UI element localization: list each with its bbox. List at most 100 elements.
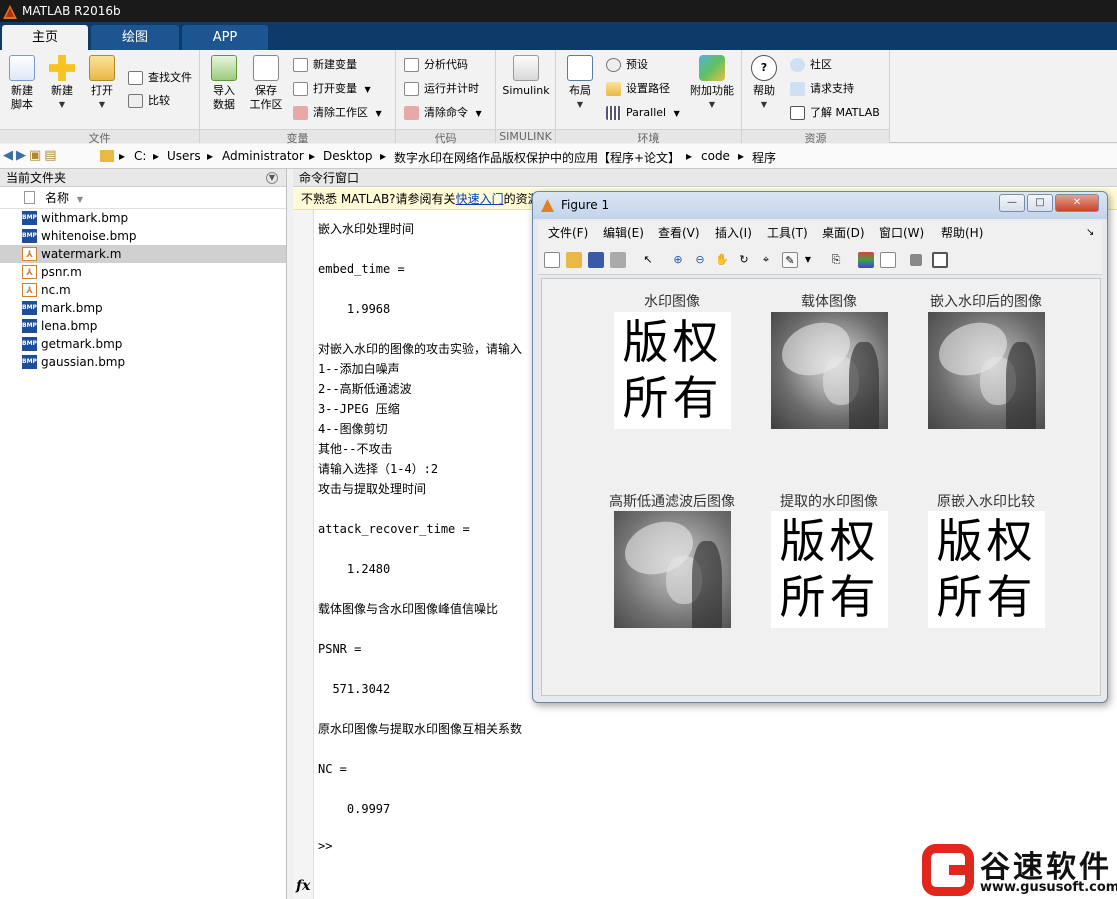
forward-icon[interactable]: ▶: [16, 148, 29, 163]
clear-workspace-button[interactable]: 清除工作区 ▼: [293, 103, 382, 123]
parallel-button[interactable]: Parallel ▼: [606, 103, 680, 123]
learn-matlab-button[interactable]: 了解 MATLAB: [790, 103, 880, 123]
layout-button[interactable]: 布局 ▼: [562, 55, 598, 112]
file-list-item[interactable]: ⅄ watermark.m: [0, 245, 286, 263]
rotate-icon[interactable]: ↻: [736, 252, 752, 268]
new-variable-button[interactable]: 新建变量: [293, 55, 357, 75]
file-list-item[interactable]: BMP gaussian.bmp: [0, 353, 286, 371]
minimize-button[interactable]: —: [999, 194, 1025, 212]
analyze-code-button[interactable]: 分析代码: [404, 55, 468, 75]
print-icon[interactable]: [610, 252, 626, 268]
legend-icon[interactable]: [880, 252, 896, 268]
menu-file[interactable]: 文件(F): [548, 221, 588, 245]
pointer-icon[interactable]: ↖: [640, 252, 656, 268]
help-button[interactable]: ? 帮助 ▼: [748, 55, 780, 112]
compare-icon: [128, 94, 143, 108]
watermark-image[interactable]: 版权 所有: [771, 511, 888, 628]
new-button[interactable]: 新建 ▼: [44, 55, 80, 112]
hide-plot-tools-icon[interactable]: [910, 254, 922, 266]
colorbar-icon[interactable]: [858, 252, 874, 268]
file-list-item[interactable]: BMP getmark.bmp: [0, 335, 286, 353]
link-plot-icon[interactable]: ⎘: [828, 252, 844, 268]
menu-view[interactable]: 查看(V): [658, 221, 700, 245]
data-cursor-icon[interactable]: ⌖: [758, 252, 774, 268]
path-separator: ▸: [119, 149, 126, 163]
watermarked-image[interactable]: [928, 312, 1045, 429]
column-header-name[interactable]: 名称 ▼: [0, 187, 286, 209]
getting-started-link[interactable]: 快速入门: [456, 192, 504, 206]
simulink-button[interactable]: Simulink: [500, 55, 552, 98]
path-segment[interactable]: 程序: [752, 149, 776, 166]
file-list-item[interactable]: BMP whitenoise.bmp: [0, 227, 286, 245]
file-name: nc.m: [41, 283, 71, 297]
carrier-image[interactable]: [771, 312, 888, 429]
clear-commands-button[interactable]: 清除命令 ▼: [404, 103, 482, 123]
back-icon[interactable]: ◀: [3, 148, 16, 163]
path-separator: ▸: [686, 149, 693, 163]
new-script-button[interactable]: 新建 脚本: [4, 55, 40, 112]
show-plot-tools-icon[interactable]: [932, 252, 948, 268]
menu-edit[interactable]: 编辑(E): [603, 221, 644, 245]
command-output: 嵌入水印处理时间 embed_time = 1.9968 对嵌入水印的图像的攻击…: [318, 222, 523, 816]
chevron-down-icon[interactable]: ▼: [800, 252, 816, 268]
set-path-button[interactable]: 设置路径: [606, 79, 670, 99]
save-workspace-button[interactable]: 保存 工作区: [246, 55, 286, 112]
file-list-item[interactable]: BMP lena.bmp: [0, 317, 286, 335]
file-list-item[interactable]: BMP withmark.bmp: [0, 209, 286, 227]
zoom-in-icon[interactable]: ⊕: [670, 252, 686, 268]
file-name: getmark.bmp: [41, 337, 123, 351]
menu-insert[interactable]: 插入(I): [715, 221, 752, 245]
tab-home[interactable]: 主页: [2, 25, 88, 50]
add-ons-button[interactable]: 附加功能 ▼: [688, 55, 736, 112]
navigation-buttons: ◀▶▣▤: [3, 148, 60, 163]
panel-title: 当前文件夹: [6, 171, 67, 185]
figure-title-bar[interactable]: Figure 1 — □ ✕: [533, 192, 1107, 219]
open-file-icon[interactable]: [566, 252, 582, 268]
new-figure-icon[interactable]: [544, 252, 560, 268]
menu-dock-icon[interactable]: ↘: [1086, 221, 1094, 245]
brush-icon[interactable]: ✎: [782, 252, 798, 268]
watermark-image[interactable]: 版权 所有: [614, 312, 731, 429]
fx-icon[interactable]: fx: [296, 878, 310, 894]
menu-window[interactable]: 窗口(W): [879, 221, 924, 245]
simulink-label: Simulink: [502, 84, 550, 97]
tab-apps[interactable]: APP: [182, 25, 268, 50]
new-script-icon: [9, 55, 35, 81]
file-list-item[interactable]: ⅄ psnr.m: [0, 263, 286, 281]
zoom-out-icon[interactable]: ⊖: [692, 252, 708, 268]
path-segment[interactable]: Users: [167, 149, 201, 163]
panel-options-icon[interactable]: ▼: [266, 172, 278, 184]
file-list-item[interactable]: ⅄ nc.m: [0, 281, 286, 299]
path-segment[interactable]: code: [701, 149, 730, 163]
menu-desktop[interactable]: 桌面(D): [822, 221, 865, 245]
run-and-time-label: 运行并计时: [424, 82, 479, 95]
run-and-time-button[interactable]: 运行并计时: [404, 79, 479, 99]
path-segment[interactable]: Administrator: [222, 149, 304, 163]
watermark-image[interactable]: 版权 所有: [928, 511, 1045, 628]
up-folder-icon[interactable]: ▣: [29, 148, 44, 163]
preferences-button[interactable]: 预设: [606, 55, 648, 75]
save-icon[interactable]: [588, 252, 604, 268]
maximize-button[interactable]: □: [1027, 194, 1053, 212]
browse-icon[interactable]: ▤: [44, 148, 59, 163]
menu-tools[interactable]: 工具(T): [767, 221, 808, 245]
community-button[interactable]: 社区: [790, 55, 832, 75]
path-segment[interactable]: C:: [134, 149, 146, 163]
command-prompt[interactable]: >>: [318, 839, 332, 853]
preferences-label: 预设: [626, 58, 648, 71]
path-segment[interactable]: Desktop: [323, 149, 373, 163]
compare-button[interactable]: 比较: [128, 91, 170, 111]
pan-hand-icon[interactable]: ✋: [714, 252, 730, 268]
path-segment[interactable]: 数字水印在网络作品版权保护中的应用【程序+论文】: [394, 149, 680, 166]
file-list-item[interactable]: BMP mark.bmp: [0, 299, 286, 317]
tab-plots[interactable]: 绘图: [91, 25, 179, 50]
close-button[interactable]: ✕: [1055, 194, 1099, 212]
import-data-button[interactable]: 导入 数据: [206, 55, 242, 112]
menu-help[interactable]: 帮助(H): [941, 221, 983, 245]
open-button[interactable]: 打开 ▼: [84, 55, 120, 112]
filtered-image[interactable]: [614, 511, 731, 628]
request-support-button[interactable]: 请求支持: [790, 79, 854, 99]
layout-label: 布局: [569, 84, 591, 97]
open-variable-button[interactable]: 打开变量 ▼: [293, 79, 371, 99]
find-files-button[interactable]: 查找文件: [128, 68, 192, 88]
